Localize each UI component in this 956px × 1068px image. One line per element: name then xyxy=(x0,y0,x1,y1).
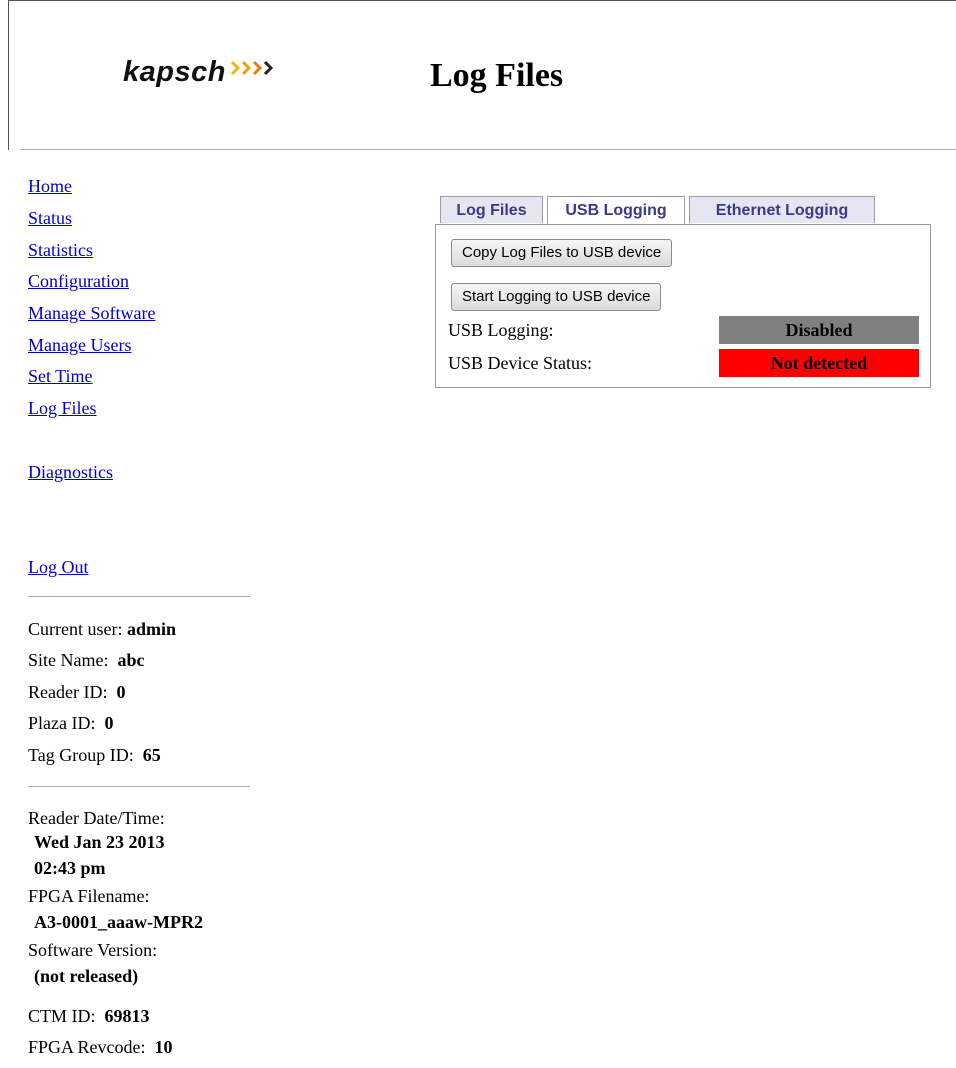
fpga-filename-value: A3-0001_aaaw-MPR2 xyxy=(34,912,203,932)
reader-id-info: Reader ID: 0 xyxy=(28,682,125,703)
page-frame-left xyxy=(8,0,9,150)
ctm-id-info: CTM ID: 69813 xyxy=(28,1006,150,1027)
reader-id-label: Reader ID: xyxy=(28,682,108,702)
usb-logging-panel: Copy Log Files to USB device Start Loggi… xyxy=(435,224,931,388)
start-logging-button[interactable]: Start Logging to USB device xyxy=(451,283,662,311)
nav-link-diagnostics[interactable]: Diagnostics xyxy=(28,462,113,483)
tab-log-files[interactable]: Log Files xyxy=(440,196,543,223)
nav-link-configuration[interactable]: Configuration xyxy=(28,271,129,292)
site-name-info: Site Name: abc xyxy=(28,650,144,671)
reader-time-value: 02:43 pm xyxy=(34,858,106,878)
usb-logging-label: USB Logging: xyxy=(448,320,554,340)
nav-link-statistics[interactable]: Statistics xyxy=(28,240,93,261)
tag-group-value: 65 xyxy=(142,745,161,765)
copy-log-files-button[interactable]: Copy Log Files to USB device xyxy=(451,239,673,267)
nav-link-status[interactable]: Status xyxy=(28,208,72,229)
page-frame-top xyxy=(8,0,956,1)
logo-text: kapsch xyxy=(123,55,226,88)
nav-link-home[interactable]: Home xyxy=(28,176,72,197)
site-name-value: abc xyxy=(117,650,145,670)
current-user-label: Current user: xyxy=(28,619,123,639)
usb-logging-status: Disabled xyxy=(719,316,919,344)
reader-date-value: Wed Jan 23 2013 xyxy=(34,832,165,852)
tab-usb-logging[interactable]: USB Logging xyxy=(547,196,685,225)
fpga-revcode-value: 10 xyxy=(154,1037,173,1057)
software-version-value: (not released) xyxy=(34,966,139,986)
usb-device-status: Not detected xyxy=(719,349,919,377)
plaza-id-value: 0 xyxy=(104,713,114,733)
usb-device-status-label: USB Device Status: xyxy=(448,353,592,373)
plaza-id-info: Plaza ID: 0 xyxy=(28,713,113,734)
nav-link-set-time[interactable]: Set Time xyxy=(28,366,93,387)
nav-link-log-files[interactable]: Log Files xyxy=(28,398,97,419)
fpga-revcode-info: FPGA Revcode: 10 xyxy=(28,1037,173,1058)
nav-link-manage-software[interactable]: Manage Software xyxy=(28,303,155,324)
tag-group-info: Tag Group ID: 65 xyxy=(28,745,161,766)
kapsch-logo: kapsch xyxy=(123,52,274,92)
header-divider xyxy=(20,149,956,150)
fpga-revcode-label: FPGA Revcode: xyxy=(28,1037,146,1057)
sidebar-divider xyxy=(28,596,250,597)
reader-datetime-label: Reader Date/Time: xyxy=(28,808,165,828)
ctm-id-label: CTM ID: xyxy=(28,1006,96,1026)
tab-ethernet-logging[interactable]: Ethernet Logging xyxy=(689,196,875,223)
current-user-value: admin xyxy=(126,619,177,639)
site-name-label: Site Name: xyxy=(28,650,109,670)
plaza-id-label: Plaza ID: xyxy=(28,713,96,733)
current-user-info: Current user: admin xyxy=(28,619,176,640)
sidebar-divider-2 xyxy=(28,786,250,787)
tag-group-label: Tag Group ID: xyxy=(28,745,134,765)
software-version-label: Software Version: xyxy=(28,940,158,960)
ctm-id-value: 69813 xyxy=(104,1006,150,1026)
fpga-filename-label: FPGA Filename: xyxy=(28,886,150,906)
reader-id-value: 0 xyxy=(116,682,126,702)
logo-chevrons-icon xyxy=(230,59,274,77)
logout-link[interactable]: Log Out xyxy=(28,557,89,578)
page-title: Log Files xyxy=(430,57,564,94)
nav-link-manage-users[interactable]: Manage Users xyxy=(28,335,131,356)
